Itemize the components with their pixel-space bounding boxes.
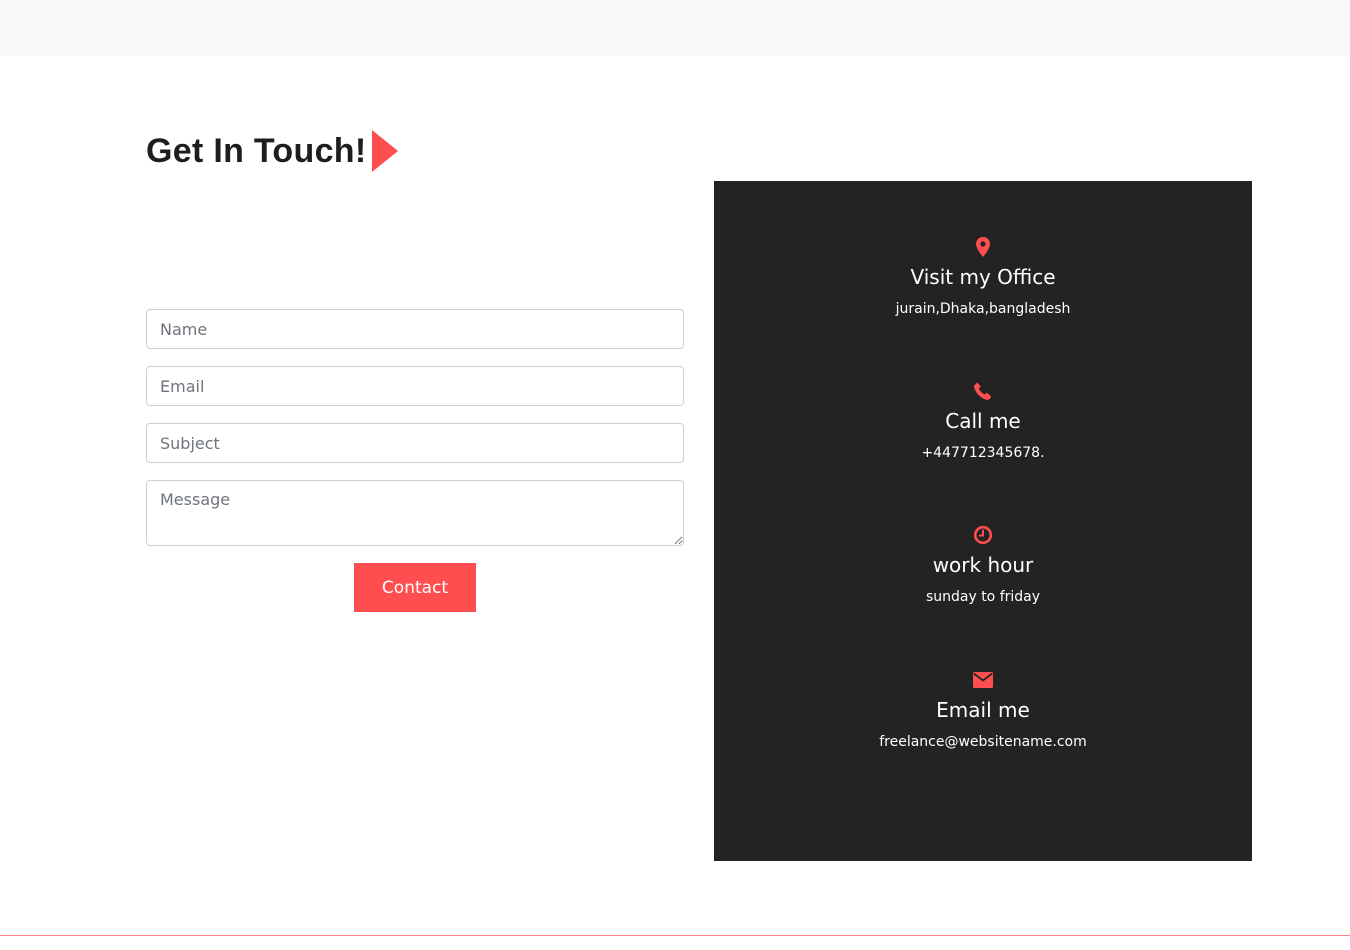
phone-icon (974, 382, 992, 401)
info-item-phone: Call me +447712345678. (714, 380, 1252, 462)
footer-divider (0, 935, 1350, 936)
info-title-hours: work hour (932, 553, 1034, 577)
arrow-right-icon (372, 130, 399, 172)
page-heading: Get In Touch! (146, 128, 399, 174)
button-row: Contact (146, 563, 684, 612)
info-text-hours: sunday to friday (925, 589, 1041, 605)
contact-button[interactable]: Contact (354, 563, 476, 612)
info-item-office: Visit my Office jurain,Dhaka,bangladesh (714, 236, 1252, 318)
info-title-phone: Call me (945, 409, 1021, 433)
info-item-hours: work hour sunday to friday (714, 524, 1252, 606)
clock-icon (973, 525, 993, 545)
subject-input[interactable] (146, 423, 684, 463)
info-text-phone: +447712345678. (921, 445, 1045, 461)
envelope-icon (973, 672, 993, 688)
info-title-email: Email me (936, 698, 1030, 722)
info-text-email: freelance@websitename.com (879, 734, 1087, 750)
info-item-email: Email me freelance@websitename.com (714, 669, 1252, 751)
map-marker-icon (976, 237, 990, 257)
top-bar (0, 0, 1350, 56)
info-text-office: jurain,Dhaka,bangladesh (895, 301, 1071, 317)
email-input[interactable] (146, 366, 684, 406)
info-title-office: Visit my Office (910, 265, 1056, 289)
contact-form: Contact (146, 309, 684, 612)
contact-info-panel: Visit my Office jurain,Dhaka,bangladesh … (714, 181, 1252, 861)
name-input[interactable] (146, 309, 684, 349)
page-title: Get In Touch! (146, 131, 367, 170)
message-textarea[interactable] (146, 480, 684, 546)
